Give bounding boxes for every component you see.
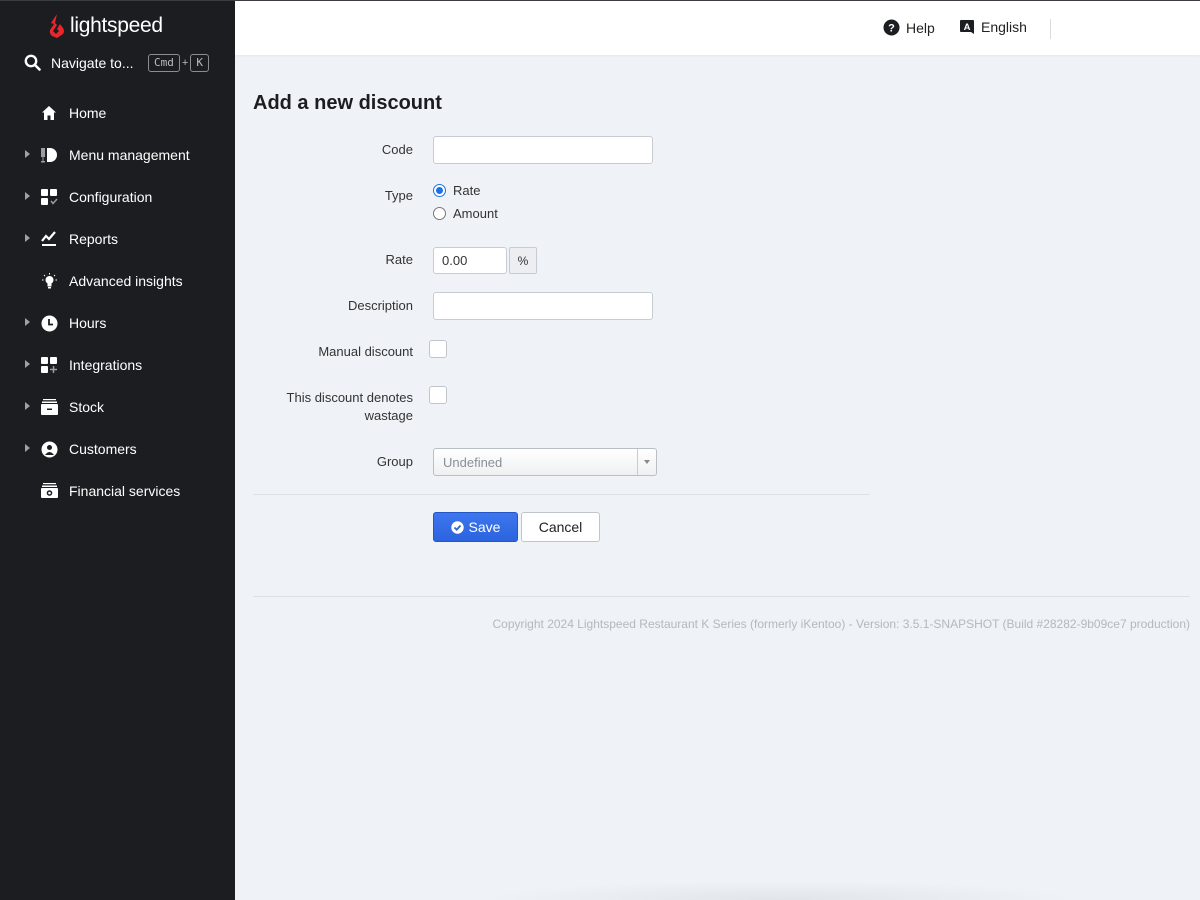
sidebar-item-label: Financial services — [69, 483, 181, 499]
wastage-label-line2: wastage — [364, 408, 413, 423]
chevron-down-icon — [644, 460, 650, 464]
language-selector[interactable]: A English — [959, 19, 1027, 35]
sidebar-item-label: Customers — [69, 441, 137, 457]
check-circle-icon — [450, 520, 464, 534]
navigate-to-label: Navigate to... — [51, 54, 134, 71]
lightbulb-icon — [40, 272, 58, 290]
sidebar-item-integrations[interactable]: Integrations — [0, 344, 235, 386]
language-icon: A — [960, 20, 974, 34]
dropdown-toggle[interactable] — [637, 449, 656, 475]
home-icon — [40, 104, 58, 122]
bottom-shadow — [480, 880, 1080, 900]
sidebar-nav: Home Menu management Configuration Repor… — [0, 92, 235, 512]
sidebar-item-home[interactable]: Home — [0, 92, 235, 134]
expand-caret-icon[interactable] — [25, 234, 30, 242]
page-title: Add a new discount — [253, 92, 442, 114]
expand-caret-icon[interactable] — [25, 402, 30, 410]
integrations-icon — [40, 356, 58, 374]
configuration-icon — [40, 188, 58, 206]
top-bar: ? Help A English — [235, 0, 1200, 55]
percent-addon: % — [509, 247, 537, 274]
kbd-k: K — [190, 54, 209, 72]
type-label: Type — [384, 188, 413, 203]
type-option-rate[interactable]: Rate — [433, 183, 480, 198]
customer-icon — [40, 440, 58, 458]
save-button[interactable]: Save — [433, 512, 518, 542]
expand-caret-icon[interactable] — [25, 192, 30, 200]
sidebar-item-reports[interactable]: Reports — [0, 218, 235, 260]
wastage-label: This discount denotes wastage — [253, 389, 413, 425]
expand-caret-icon[interactable] — [25, 444, 30, 452]
search-icon — [24, 54, 41, 71]
rate-input[interactable] — [433, 247, 507, 274]
sidebar-item-hours[interactable]: Hours — [0, 302, 235, 344]
navigate-to-search[interactable]: Navigate to... Cmd + K — [24, 54, 224, 72]
sidebar-item-label: Menu management — [69, 147, 190, 163]
footer-copyright: Copyright 2024 Lightspeed Restaurant K S… — [492, 617, 1191, 631]
wastage-checkbox[interactable] — [429, 386, 447, 404]
sidebar-item-label: Integrations — [69, 357, 143, 373]
reports-icon — [40, 230, 58, 248]
form-divider — [253, 494, 870, 495]
clock-icon — [40, 314, 58, 332]
sidebar-item-stock[interactable]: Stock — [0, 386, 235, 428]
stock-icon — [40, 398, 58, 416]
language-label: English — [981, 19, 1027, 35]
sidebar-item-menu-management[interactable]: Menu management — [0, 134, 235, 176]
description-input[interactable] — [433, 292, 653, 320]
topbar-divider — [1050, 19, 1051, 39]
expand-caret-icon[interactable] — [25, 150, 30, 158]
svg-text:A: A — [964, 22, 971, 33]
group-select[interactable]: Undefined — [433, 448, 657, 476]
help-label: Help — [906, 19, 935, 36]
save-label: Save — [468, 519, 501, 535]
expand-caret-icon[interactable] — [25, 360, 30, 368]
kbd-plus: + — [181, 57, 189, 69]
expand-caret-icon[interactable] — [25, 318, 30, 326]
sidebar-item-label: Hours — [69, 315, 107, 331]
sidebar-item-configuration[interactable]: Configuration — [0, 176, 235, 218]
kbd-cmd: Cmd — [148, 54, 180, 72]
brand-name: lightspeed — [70, 14, 163, 37]
sidebar-item-financial-services[interactable]: Financial services — [0, 470, 235, 512]
sidebar-item-label: Reports — [69, 231, 119, 247]
description-label: Description — [347, 298, 413, 313]
flame-logo-icon — [49, 14, 64, 38]
keyboard-shortcut: Cmd + K — [148, 54, 209, 72]
cancel-button[interactable]: Cancel — [521, 512, 600, 542]
sidebar-item-customers[interactable]: Customers — [0, 428, 235, 470]
sidebar: lightspeed Navigate to... Cmd + K Home M… — [0, 0, 235, 900]
manual-discount-checkbox[interactable] — [429, 340, 447, 358]
help-link[interactable]: ? Help — [883, 19, 935, 36]
sidebar-item-label: Configuration — [69, 189, 153, 205]
sidebar-item-label: Stock — [69, 399, 105, 415]
footer-divider — [253, 596, 1190, 597]
sidebar-item-label: Advanced insights — [69, 273, 183, 289]
type-option-amount[interactable]: Amount — [433, 206, 498, 221]
lightspeed-logo[interactable]: lightspeed — [48, 13, 163, 39]
code-label: Code — [381, 142, 413, 157]
sidebar-item-label: Home — [69, 105, 107, 121]
wastage-label-line1: This discount denotes — [286, 390, 413, 405]
group-label: Group — [376, 454, 413, 469]
money-icon — [40, 482, 58, 500]
sidebar-item-advanced-insights[interactable]: Advanced insights — [0, 260, 235, 302]
manual-discount-label: Manual discount — [318, 344, 413, 359]
amount-option-label: Amount — [453, 206, 498, 221]
group-selected-value: Undefined — [443, 455, 503, 470]
menu-management-icon — [40, 146, 58, 164]
rate-label: Rate — [385, 252, 413, 267]
code-input[interactable] — [433, 136, 653, 164]
help-icon: ? — [883, 19, 900, 36]
svg-text:?: ? — [888, 23, 895, 35]
amount-radio[interactable] — [433, 207, 446, 220]
rate-option-label: Rate — [453, 183, 481, 198]
rate-radio[interactable] — [433, 184, 446, 197]
